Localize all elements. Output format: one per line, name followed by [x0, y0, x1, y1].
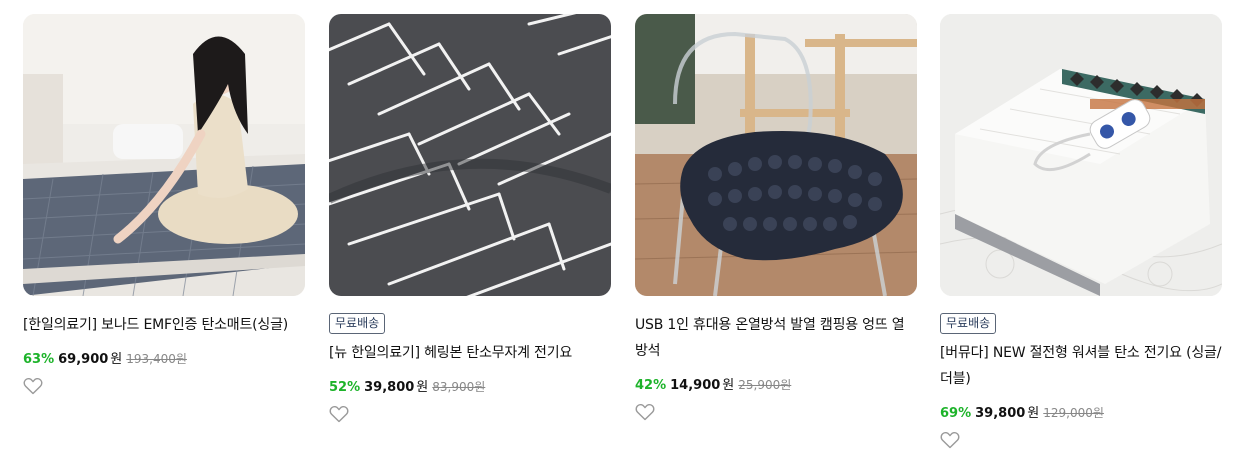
product-title[interactable]: [버뮤다] NEW 절전형 워셔블 탄소 전기요 (싱글/더블): [940, 340, 1222, 392]
discount-rate: 42%: [635, 378, 667, 393]
heart-icon[interactable]: [940, 431, 960, 449]
sale-price: 39,800: [364, 380, 415, 395]
currency-unit: 원: [416, 380, 429, 395]
product-card[interactable]: [한일의료기] 보나드 EMF인증 탄소매트(싱글) 63% 69,900 원 …: [23, 14, 305, 395]
price-row: 42% 14,900 원 25,900원: [635, 374, 917, 393]
currency-unit: 원: [722, 378, 735, 393]
free-shipping-badge: 무료배송: [940, 313, 997, 334]
original-price: 129,000원: [1043, 406, 1104, 420]
product-title[interactable]: [한일의료기] 보나드 EMF인증 탄소매트(싱글): [23, 312, 305, 338]
original-price: 83,900원: [432, 380, 486, 394]
product-image-link[interactable]: [635, 14, 917, 296]
heart-icon[interactable]: [635, 403, 655, 421]
price-row: 69% 39,800 원 129,000원: [940, 402, 1222, 421]
sale-price: 39,800: [975, 406, 1026, 421]
product-card[interactable]: USB 1인 휴대용 온열방석 발열 캠핑용 엉뜨 열방석 42% 14,900…: [635, 14, 917, 421]
currency-unit: 원: [110, 352, 123, 367]
discount-rate: 52%: [329, 380, 361, 395]
sale-price: 69,900: [58, 352, 109, 367]
original-price: 193,400원: [126, 352, 187, 366]
product-image: [329, 14, 611, 296]
product-title[interactable]: USB 1인 휴대용 온열방석 발열 캠핑용 엉뜨 열방석: [635, 312, 917, 364]
heart-icon[interactable]: [329, 405, 349, 423]
product-image: [940, 14, 1222, 296]
currency-unit: 원: [1027, 406, 1040, 421]
heart-icon[interactable]: [23, 377, 43, 395]
price-row: 52% 39,800 원 83,900원: [329, 376, 611, 395]
product-card[interactable]: 무료배송 [버뮤다] NEW 절전형 워셔블 탄소 전기요 (싱글/더블) 69…: [940, 14, 1222, 449]
product-image: [23, 14, 305, 296]
product-title[interactable]: [뉴 한일의료기] 헤링본 탄소무자계 전기요: [329, 340, 611, 366]
discount-rate: 63%: [23, 352, 55, 367]
sale-price: 14,900: [670, 378, 721, 393]
product-grid: [한일의료기] 보나드 EMF인증 탄소매트(싱글) 63% 69,900 원 …: [0, 0, 1233, 463]
original-price: 25,900원: [738, 378, 792, 392]
product-image-link[interactable]: [940, 14, 1222, 296]
product-image-link[interactable]: [329, 14, 611, 296]
discount-rate: 69%: [940, 406, 972, 421]
price-row: 63% 69,900 원 193,400원: [23, 348, 305, 367]
free-shipping-badge: 무료배송: [329, 313, 386, 334]
product-image-link[interactable]: [23, 14, 305, 296]
product-card[interactable]: 무료배송 [뉴 한일의료기] 헤링본 탄소무자계 전기요 52% 39,800 …: [329, 14, 611, 423]
product-image: [635, 14, 917, 296]
